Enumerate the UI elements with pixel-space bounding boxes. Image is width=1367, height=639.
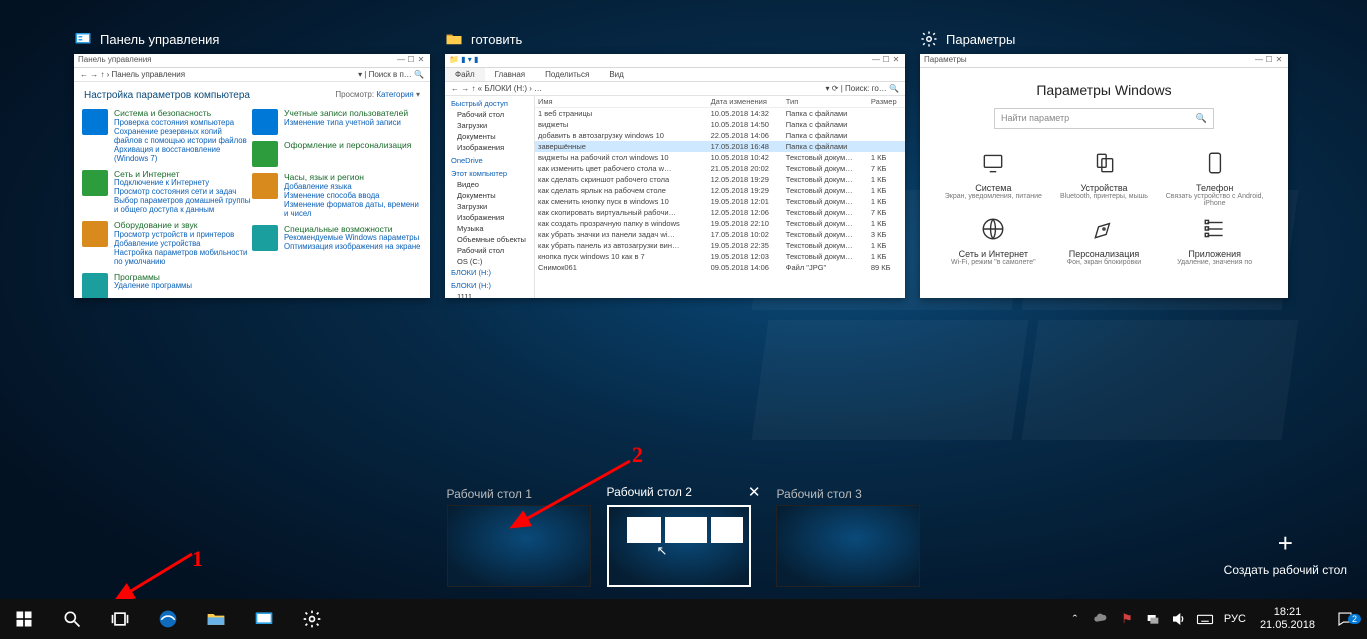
tray-language[interactable]: РУС — [1218, 613, 1252, 625]
annotation-label-2: 2 — [632, 442, 643, 468]
taskbar: ˆ ⚑ РУС 18:21 21.05.2018 2 — [0, 599, 1367, 639]
gear-icon — [920, 30, 938, 48]
settings-tile[interactable]: СистемаЭкран, уведомления, питание — [938, 147, 1048, 207]
annotation-label-1: 1 — [192, 546, 203, 572]
tray-security-icon[interactable]: ⚑ — [1114, 599, 1140, 639]
preview-title: Параметры — [946, 32, 1015, 47]
settings-tile[interactable]: ПерсонализацияФон, экран блокировки — [1049, 213, 1159, 266]
settings-heading: Параметры Windows — [938, 82, 1270, 98]
start-button[interactable] — [0, 599, 48, 639]
taskview-preview-settings[interactable]: Параметры Параметры—☐✕ Параметры Windows… — [920, 30, 1288, 298]
tray-keyboard-icon[interactable] — [1192, 599, 1218, 639]
virtual-desktop-3[interactable]: Рабочий стол 3 — [776, 487, 920, 587]
plus-icon: + — [1224, 528, 1347, 559]
settings-tile[interactable]: ТелефонСвязать устройство с Android, iPh… — [1160, 147, 1270, 207]
tray-notifications[interactable]: 2 — [1323, 610, 1367, 628]
tray-onedrive-icon[interactable] — [1088, 599, 1114, 639]
search-button[interactable] — [48, 599, 96, 639]
tray-expand-icon[interactable]: ˆ — [1062, 599, 1088, 639]
taskbar-app-control-panel[interactable] — [240, 599, 288, 639]
cursor-icon: ↖ — [657, 543, 668, 559]
taskview-preview-control-panel[interactable]: Панель управления Панель управления—☐✕ ←… — [74, 30, 430, 298]
close-desktop-button[interactable]: ✕ — [748, 483, 761, 501]
tray-network-icon[interactable] — [1140, 599, 1166, 639]
taskbar-app-explorer[interactable] — [192, 599, 240, 639]
preview-title: Панель управления — [100, 32, 219, 47]
settings-tile[interactable]: Сеть и ИнтернетWi-Fi, режим "в самолете" — [938, 213, 1048, 266]
taskview-preview-explorer[interactable]: готовить 📁 ▮ ▾ ▮—☐✕ ФайлГлавнаяПоделитьс… — [445, 30, 905, 298]
control-panel-icon — [74, 30, 92, 48]
tray-volume-icon[interactable] — [1166, 599, 1192, 639]
preview-title: готовить — [471, 32, 522, 47]
new-desktop-button[interactable]: + Создать рабочий стол — [1224, 528, 1347, 577]
folder-icon — [445, 30, 463, 48]
tray-clock[interactable]: 18:21 21.05.2018 — [1252, 606, 1323, 631]
cp-heading: Настройка параметров компьютера — [84, 90, 250, 101]
task-view-button[interactable] — [96, 599, 144, 639]
settings-search[interactable]: Найти параметр🔍 — [994, 108, 1214, 129]
taskbar-app-edge[interactable] — [144, 599, 192, 639]
settings-tile[interactable]: УстройстваBluetooth, принтеры, мышь — [1049, 147, 1159, 207]
annotation-arrow-2 — [498, 455, 648, 535]
taskbar-app-settings[interactable] — [288, 599, 336, 639]
settings-tile[interactable]: ПриложенияУдаление, значения по — [1160, 213, 1270, 266]
